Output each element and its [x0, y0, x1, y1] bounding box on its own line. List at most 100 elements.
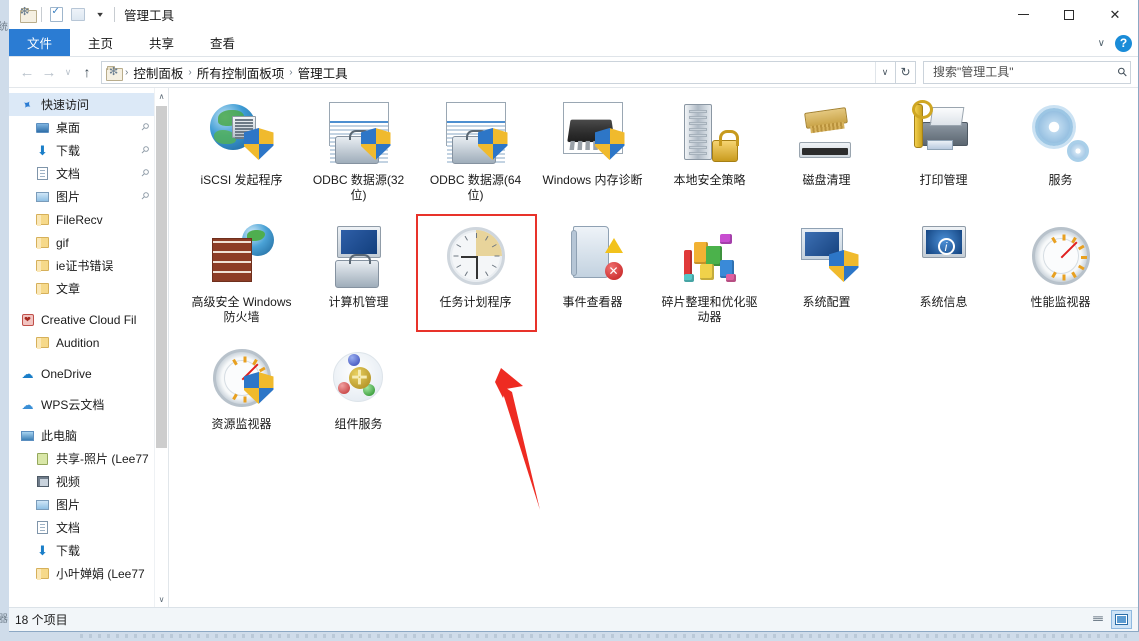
pin-marker-icon[interactable]: ⚲ — [138, 167, 151, 180]
icon-grid: iSCSI 发起程序 ODBC 数据源(32 位) ODBC 数据源(64 位) Wi… — [183, 96, 1132, 433]
desktop-background-bottom-strip — [0, 632, 1139, 641]
breadcrumb-item-admin-tools[interactable]: 管理工具 — [294, 63, 352, 82]
defrag-blocks-art — [680, 230, 738, 282]
close-button[interactable]: ✕ — [1092, 0, 1138, 29]
refresh-icon[interactable]: ↻ — [895, 60, 916, 84]
properties-icon[interactable] — [45, 4, 67, 26]
maximize-button[interactable] — [1046, 0, 1092, 29]
sidebar-item-9[interactable]: ❤ Creative Cloud Fil — [9, 308, 154, 331]
navigation-scrollbar[interactable]: ∧ ∨ — [154, 88, 168, 607]
folder-icon — [36, 568, 49, 580]
file-item-11[interactable]: ✕ 事件查看器 — [534, 218, 651, 326]
scroll-down-arrow-icon[interactable]: ∨ — [155, 591, 168, 607]
large-icons-view-button[interactable] — [1111, 610, 1132, 629]
sidebar-item-8[interactable]: 文章 — [9, 277, 154, 300]
new-folder-icon[interactable] — [67, 4, 89, 26]
breadcrumb-item-all-items[interactable]: 所有控制面板项 — [193, 63, 289, 82]
file-item-3[interactable]: Windows 内存诊断 — [534, 96, 651, 204]
forward-arrow-icon[interactable]: → — [38, 61, 60, 83]
background-texture — [80, 634, 1129, 638]
pin-marker-icon[interactable]: ⚲ — [138, 144, 151, 157]
scroll-up-arrow-icon[interactable]: ∧ — [155, 88, 168, 104]
nav-group-gap — [9, 300, 154, 308]
file-item-8[interactable]: 高级安全 Windows 防火墙 — [183, 218, 300, 326]
minimize-button[interactable] — [1000, 0, 1046, 29]
sidebar-item-16[interactable]: 图片 — [9, 493, 154, 516]
file-item-1[interactable]: ODBC 数据源(32 位) — [300, 96, 417, 204]
address-dropdown-chevron-icon[interactable]: ∨ — [875, 61, 894, 83]
folder-icon — [34, 237, 51, 249]
sidebar-item-2[interactable]: ⬇ 下载 ⚲ — [9, 139, 154, 162]
file-label: iSCSI 发起程序 — [200, 173, 283, 187]
file-item-10[interactable]: 任务计划程序 — [417, 218, 534, 326]
sidebar-item-18[interactable]: ⬇ 下载 — [9, 539, 154, 562]
file-list-pane[interactable]: iSCSI 发起程序 ODBC 数据源(32 位) ODBC 数据源(64 位) Wi… — [169, 88, 1138, 607]
file-item-12[interactable]: 碎片整理和优化驱动器 — [651, 218, 768, 326]
file-label: Windows 内存诊断 — [542, 173, 643, 187]
file-item-0[interactable]: iSCSI 发起程序 — [183, 96, 300, 204]
document-icon — [37, 521, 48, 534]
document-icon — [37, 167, 48, 180]
file-item-5[interactable]: 磁盘清理 — [768, 96, 885, 204]
file-icon — [209, 102, 274, 166]
file-label: 服务 — [1048, 173, 1073, 187]
file-item-14[interactable]: i 系统信息 — [885, 218, 1002, 326]
sidebar-item-label: 图片 — [56, 190, 81, 204]
pin-marker-icon[interactable]: ⚲ — [138, 190, 151, 203]
customize-qat-caret-icon[interactable]: ▾ — [89, 4, 111, 26]
sidebar-item-19[interactable]: 小叶婵娟 (Lee77 — [9, 562, 154, 585]
brick-wall-art — [211, 238, 252, 282]
file-item-17[interactable]: ✛ 组件服务 — [300, 340, 417, 433]
sidebar-item-7[interactable]: ie证书错误 — [9, 254, 154, 277]
sidebar-item-12[interactable]: ☁ WPS云文档 — [9, 393, 154, 416]
back-arrow-icon[interactable]: ← — [16, 61, 38, 83]
sidebar-item-5[interactable]: FileRecv — [9, 208, 154, 231]
file-item-7[interactable]: 服务 — [1002, 96, 1119, 204]
search-input[interactable] — [931, 64, 1119, 80]
sidebar-item-11[interactable]: ☁ OneDrive — [9, 362, 154, 385]
sidebar-item-1[interactable]: 桌面 ⚲ — [9, 116, 154, 139]
sidebar-item-15[interactable]: 视频 — [9, 470, 154, 493]
tab-view[interactable]: 查看 — [192, 29, 253, 56]
chevron-down-icon[interactable]: ∨ — [1098, 38, 1105, 49]
sidebar-item-14[interactable]: 共享-照片 (Lee77 — [9, 447, 154, 470]
this-pc-icon — [21, 430, 34, 441]
shared-folder-icon — [34, 452, 51, 465]
recent-locations-chevron-icon[interactable]: ∨ — [60, 61, 76, 83]
sidebar-item-3[interactable]: 文档 ⚲ — [9, 162, 154, 185]
up-arrow-icon[interactable]: ↑ — [76, 61, 98, 83]
tab-home[interactable]: 主页 — [70, 29, 131, 56]
file-icon — [911, 100, 976, 166]
sidebar-item-17[interactable]: 文档 — [9, 516, 154, 539]
tab-share[interactable]: 共享 — [131, 29, 192, 56]
sidebar-item-label: 文档 — [56, 521, 81, 535]
file-item-16[interactable]: 资源监视器 — [183, 340, 300, 433]
help-icon[interactable]: ? — [1115, 34, 1132, 52]
sidebar-item-10[interactable]: Audition — [9, 331, 154, 354]
pin-marker-icon[interactable]: ⚲ — [138, 121, 151, 134]
folder-icon — [36, 337, 49, 349]
file-item-15[interactable]: 性能监视器 — [1002, 218, 1119, 326]
sidebar-item-6[interactable]: gif — [9, 231, 154, 254]
sidebar-item-0[interactable]: ✦ 快速访问 — [9, 93, 154, 116]
breadcrumb-item-control-panel[interactable]: 控制面板 — [129, 63, 187, 82]
folder-icon — [34, 337, 51, 349]
file-item-6[interactable]: 打印管理 — [885, 96, 1002, 204]
breadcrumb[interactable]: ✻ › 控制面板 › 所有控制面板项 › 管理工具 ∨ — [101, 60, 896, 84]
file-item-2[interactable]: ODBC 数据源(64 位) — [417, 96, 534, 204]
file-item-4[interactable]: 本地安全策略 — [651, 96, 768, 204]
sidebar-item-4[interactable]: 图片 ⚲ — [9, 185, 154, 208]
sidebar-item-13[interactable]: 此电脑 — [9, 424, 154, 447]
file-icon — [444, 224, 508, 288]
navigation-list: ✦ 快速访问 桌面 ⚲ ⬇ 下载 ⚲ 文档 ⚲ 图片 ⚲ FileRecv gif ie证书错误 文章 ❤ Cr… — [9, 88, 154, 607]
sidebar-item-label: gif — [56, 235, 69, 250]
file-item-9[interactable]: 计算机管理 — [300, 218, 417, 326]
folder-icon — [36, 283, 49, 295]
disk-drive-art — [798, 142, 851, 158]
search-box[interactable]: ⚲ — [923, 60, 1131, 84]
scrollbar-thumb[interactable] — [156, 106, 167, 448]
file-item-13[interactable]: 系统配置 — [768, 218, 885, 326]
folder-settings-icon[interactable]: ✻ — [16, 4, 38, 26]
details-view-button[interactable]: ≡≡ — [1087, 610, 1108, 629]
tab-file[interactable]: 文件 — [9, 29, 71, 56]
